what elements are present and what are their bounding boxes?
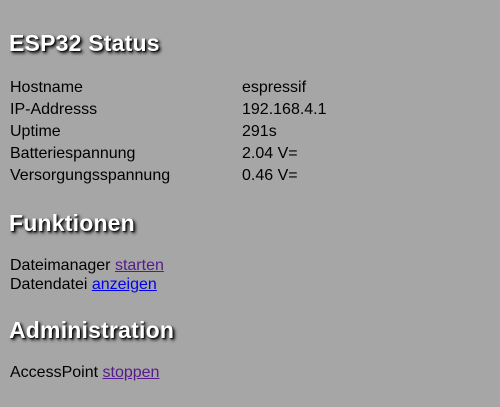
- uptime-label: Uptime: [10, 123, 61, 140]
- administration-heading: Administration: [9, 317, 175, 343]
- accesspoint-label: AccessPoint: [10, 364, 99, 381]
- page-title: ESP32 Status: [9, 30, 160, 56]
- table-row: Versorgungsspannung 0.46 V=: [10, 165, 327, 187]
- status-table: Hostname espressif IP-Addresss 192.168.4…: [10, 77, 327, 187]
- hostname-value: espressif: [242, 79, 307, 96]
- uptime-value: 291s: [242, 123, 277, 140]
- ip-address-label: IP-Addresss: [10, 101, 98, 118]
- hostname-label: Hostname: [10, 79, 83, 96]
- funktionen-heading: Funktionen: [9, 210, 135, 236]
- table-row: Hostname espressif: [10, 77, 327, 99]
- datendatei-label: Datendatei: [10, 276, 88, 293]
- supply-voltage-label: Versorgungsspannung: [10, 167, 171, 184]
- datendatei-show-link[interactable]: anzeigen: [92, 276, 157, 293]
- table-row: IP-Addresss 192.168.4.1: [10, 99, 327, 121]
- supply-voltage-value: 0.46 V=: [242, 167, 298, 184]
- datendatei-line: Datendatei anzeigen: [10, 275, 157, 294]
- table-row: Uptime 291s: [10, 121, 327, 143]
- dateimanager-label: Dateimanager: [10, 257, 111, 274]
- battery-voltage-label: Batteriespannung: [10, 145, 136, 162]
- table-row: Batteriespannung 2.04 V=: [10, 143, 327, 165]
- battery-voltage-value: 2.04 V=: [242, 145, 298, 162]
- accesspoint-stop-link[interactable]: stoppen: [103, 364, 160, 381]
- ip-address-value: 192.168.4.1: [242, 101, 327, 118]
- dateimanager-start-link[interactable]: starten: [115, 257, 164, 274]
- accesspoint-line: AccessPoint stoppen: [10, 363, 159, 382]
- dateimanager-line: Dateimanager starten: [10, 256, 164, 275]
